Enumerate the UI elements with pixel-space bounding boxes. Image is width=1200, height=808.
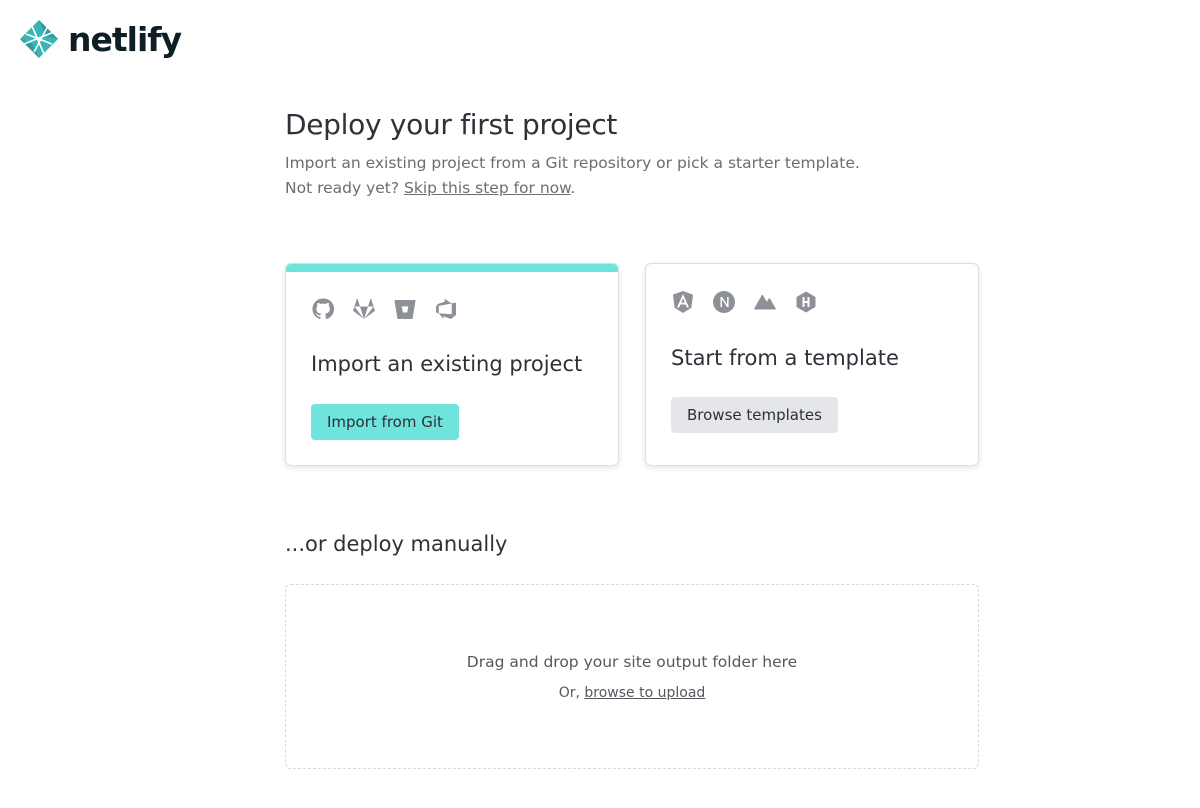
azure-devops-icon <box>434 297 458 321</box>
template-card-title: Start from a template <box>671 346 899 370</box>
browse-to-upload-link[interactable]: browse to upload <box>584 685 705 701</box>
hugo-icon <box>794 290 818 314</box>
nextjs-icon <box>712 290 736 314</box>
github-icon <box>311 297 335 321</box>
import-from-git-button[interactable]: Import from Git <box>311 404 459 440</box>
bitbucket-icon <box>393 297 417 321</box>
dropzone-subtext: Or, browse to upload <box>286 685 978 701</box>
page-title: Deploy your first project <box>285 108 618 141</box>
import-project-card: Import an existing project Import from G… <box>285 263 619 466</box>
not-ready-line: Not ready yet? Skip this step for now. <box>285 176 979 201</box>
deploy-manually-title: ...or deploy manually <box>285 532 508 556</box>
subtitle-line: Import an existing project from a Git re… <box>285 154 860 172</box>
nuxt-icon <box>753 290 777 314</box>
not-ready-text: Not ready yet? <box>285 179 400 197</box>
git-provider-icons <box>311 297 458 321</box>
dropzone-text: Drag and drop your site output folder he… <box>466 653 798 671</box>
netlify-wordmark: netlify <box>68 19 182 59</box>
skip-step-link[interactable]: Skip this step for now <box>404 179 570 197</box>
netlify-logo-icon <box>20 20 58 58</box>
main-content: Deploy your first project Import an exis… <box>285 108 979 769</box>
browse-templates-button[interactable]: Browse templates <box>671 397 838 433</box>
skip-period: . <box>570 179 576 197</box>
angular-icon <box>671 290 695 314</box>
gitlab-icon <box>352 297 376 321</box>
project-options: Import an existing project Import from G… <box>285 263 979 466</box>
netlify-logo[interactable]: netlify <box>18 18 182 60</box>
import-card-title: Import an existing project <box>311 352 583 376</box>
template-card: Start from a template Browse templates <box>645 263 979 466</box>
manual-deploy-dropzone[interactable]: Drag and drop your site output folder he… <box>285 584 979 769</box>
page-subtitle: Import an existing project from a Git re… <box>285 151 979 201</box>
framework-icons <box>671 290 818 314</box>
dropzone-or-text: Or, <box>558 685 580 701</box>
card-accent-bar <box>286 264 618 272</box>
